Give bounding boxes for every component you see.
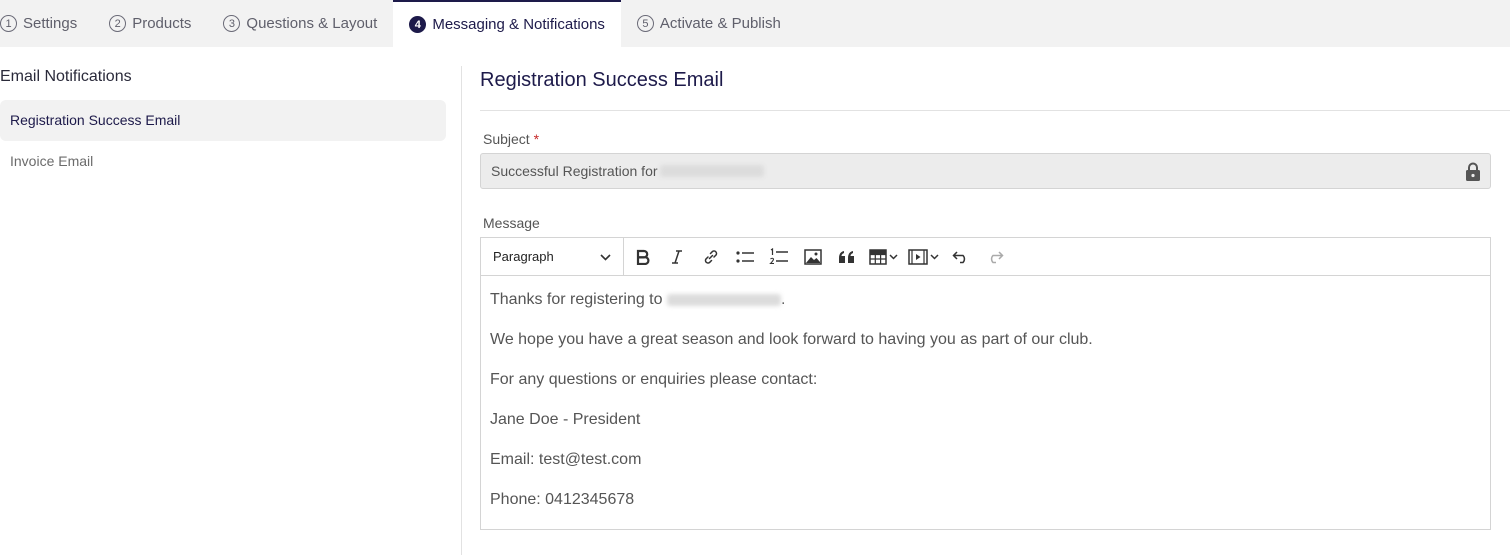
redacted-text bbox=[659, 165, 764, 177]
editor-toolbar: Paragraph bbox=[481, 237, 1490, 276]
message-editor: Paragraph Thanks for registering to . We… bbox=[480, 237, 1491, 530]
quote-icon[interactable] bbox=[830, 242, 864, 272]
tab-questions-layout[interactable]: 3 Questions & Layout bbox=[207, 0, 393, 47]
step-number: 4 bbox=[409, 16, 427, 33]
step-number: 3 bbox=[223, 15, 241, 32]
sidebar-title: Email Notifications bbox=[0, 68, 132, 85]
step-number: 1 bbox=[0, 15, 17, 32]
title-divider bbox=[480, 110, 1510, 111]
chevron-down-icon bbox=[600, 249, 611, 264]
image-icon[interactable] bbox=[796, 242, 830, 272]
step-tabs: 1 Settings 2 Products 3 Questions & Layo… bbox=[0, 0, 1510, 47]
undo-icon[interactable] bbox=[944, 242, 978, 272]
redo-icon[interactable] bbox=[978, 242, 1012, 272]
sidebar-item-invoice-email[interactable]: Invoice Email bbox=[0, 141, 446, 182]
format-select-value: Paragraph bbox=[493, 249, 554, 264]
tab-label: Activate & Publish bbox=[659, 15, 781, 32]
subject-value: Successful Registration for bbox=[491, 163, 658, 179]
bold-icon[interactable] bbox=[626, 242, 660, 272]
subject-label: Subject * bbox=[483, 131, 539, 147]
message-line: We hope you have a great season and look… bbox=[490, 331, 1093, 348]
message-line: Phone: 0412345678 bbox=[490, 491, 635, 508]
message-text: Thanks for registering to bbox=[490, 291, 663, 308]
message-label: Message bbox=[483, 215, 540, 231]
vertical-divider bbox=[461, 66, 462, 555]
page-title: Registration Success Email bbox=[480, 69, 724, 91]
table-icon[interactable] bbox=[864, 242, 904, 272]
step-number: 5 bbox=[636, 15, 654, 32]
tab-label: Messaging & Notifications bbox=[432, 16, 605, 33]
required-mark: * bbox=[533, 131, 540, 147]
message-line: Jane Doe - President bbox=[490, 411, 641, 428]
link-icon[interactable] bbox=[694, 242, 728, 272]
lock-icon bbox=[1464, 162, 1482, 182]
tab-label: Settings bbox=[23, 15, 78, 32]
tab-messaging-notifications[interactable]: 4 Messaging & Notifications bbox=[393, 0, 621, 47]
tab-settings[interactable]: 1 Settings bbox=[0, 0, 93, 47]
step-number: 2 bbox=[109, 15, 127, 32]
numbered-list-icon[interactable] bbox=[762, 242, 796, 272]
italic-icon[interactable] bbox=[660, 242, 694, 272]
tab-products[interactable]: 2 Products bbox=[93, 0, 207, 47]
redacted-text bbox=[666, 293, 781, 306]
media-icon[interactable] bbox=[904, 242, 944, 272]
paragraph-format-select[interactable]: Paragraph bbox=[481, 237, 624, 276]
tab-label: Questions & Layout bbox=[246, 15, 378, 32]
subject-label-text: Subject bbox=[483, 131, 530, 147]
message-line: Email: test@test.com bbox=[490, 451, 642, 468]
message-line: Thanks for registering to . bbox=[490, 284, 1481, 324]
sidebar-item-registration-success-email[interactable]: Registration Success Email bbox=[0, 100, 446, 141]
subject-field[interactable]: Successful Registration for bbox=[480, 153, 1491, 189]
editor-content[interactable]: Thanks for registering to . We hope you … bbox=[481, 276, 1490, 532]
main-panel: Registration Success Email bbox=[480, 66, 1510, 94]
tab-label: Products bbox=[132, 15, 192, 32]
message-line: For any questions or enquiries please co… bbox=[490, 371, 818, 388]
bullet-list-icon[interactable] bbox=[728, 242, 762, 272]
email-notifications-sidebar: Email Notifications Registration Success… bbox=[0, 66, 446, 182]
message-text: . bbox=[780, 291, 786, 308]
tab-activate-publish[interactable]: 5 Activate & Publish bbox=[621, 0, 797, 47]
